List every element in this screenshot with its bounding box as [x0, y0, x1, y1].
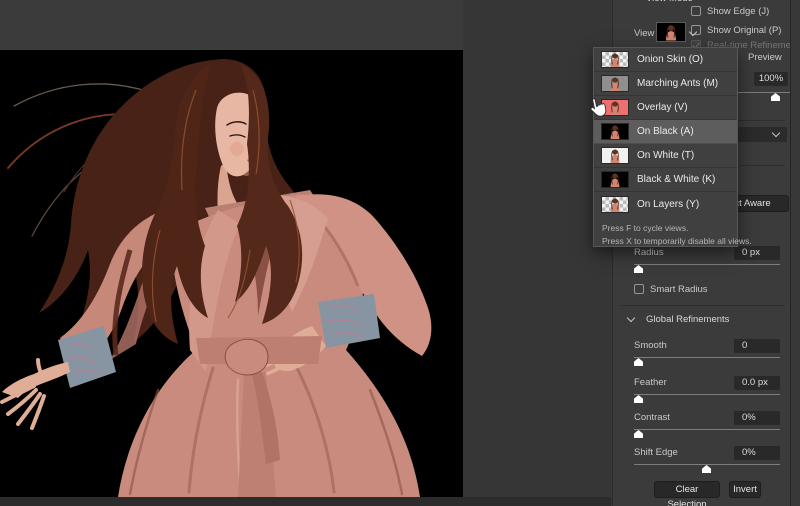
show-edge-checkbox[interactable] [691, 6, 701, 16]
panel-scrollbar[interactable] [790, 0, 800, 506]
show-original-label: Show Original (P) [707, 25, 781, 36]
global-refinements-chevron-down-icon[interactable] [627, 314, 635, 322]
clear-selection-button[interactable]: Clear Selection [654, 481, 720, 498]
feather-label: Feather [634, 377, 667, 388]
hand-pointer-cursor [587, 97, 607, 119]
view-option-on-white[interactable]: On White (T) [594, 144, 737, 168]
model-photo-on-black [0, 50, 463, 497]
shift-edge-slider[interactable] [634, 462, 780, 474]
view-option-overlay[interactable]: Overlay (V) [594, 96, 737, 120]
view-option-onion-skin[interactable]: Onion Skin (O) [594, 48, 737, 72]
transparency-value-field[interactable]: 100% [754, 72, 788, 86]
document-canvas[interactable] [0, 50, 463, 497]
smooth-value-field[interactable]: 0 [734, 339, 780, 353]
on-white-thumbnail-icon [601, 147, 629, 164]
global-refinements-title: Global Refinements [646, 314, 729, 325]
feather-value-field[interactable]: 0.0 px [734, 376, 780, 390]
on-layers-thumbnail-icon [601, 196, 629, 213]
contrast-label: Contrast [634, 412, 670, 423]
smart-radius-label: Smart Radius [650, 284, 708, 295]
shift-edge-value-field[interactable]: 0% [734, 446, 780, 460]
smooth-label: Smooth [634, 340, 667, 351]
contrast-value-field[interactable]: 0% [734, 411, 780, 425]
marching-ants-thumbnail-icon [601, 75, 629, 92]
view-option-black-and-white[interactable]: Black & White (K) [594, 168, 737, 192]
feather-slider[interactable] [634, 392, 780, 404]
view-option-marching-ants[interactable]: Marching Ants (M) [594, 72, 737, 96]
view-option-on-layers[interactable]: On Layers (Y) [594, 192, 737, 216]
smart-radius-checkbox[interactable] [634, 284, 644, 294]
view-mode-section-title: View Mode [646, 0, 693, 4]
radius-label: Radius [634, 247, 664, 258]
on-black-preview-icon [657, 23, 685, 41]
contrast-slider[interactable] [634, 427, 780, 439]
show-edge-label: Show Edge (J) [707, 6, 769, 17]
disable-views-hint: Press X to temporarily disable all views… [602, 236, 752, 246]
workspace-top-band [0, 0, 463, 50]
black-and-white-thumbnail-icon [601, 171, 629, 188]
canvas-bottom-strip [0, 497, 611, 506]
view-mode-thumbnail-button[interactable] [656, 22, 686, 42]
smooth-slider[interactable] [634, 355, 780, 367]
on-black-thumbnail-icon [601, 123, 629, 140]
cycle-views-hint: Press F to cycle views. [602, 223, 688, 233]
view-option-on-black[interactable]: On Black (A) [594, 120, 737, 144]
shift-edge-label: Shift Edge [634, 447, 678, 458]
view-mode-dropdown: Onion Skin (O) Marching Ants (M) Overlay… [593, 47, 738, 247]
invert-button[interactable]: Invert [729, 481, 761, 498]
select-and-mask-workspace: View Mode Show Edge (J) Show Original (P… [0, 0, 800, 506]
view-label: View [634, 28, 654, 39]
belt-knot [225, 339, 268, 375]
radius-slider[interactable] [634, 262, 780, 274]
preview-label: Preview [748, 52, 782, 63]
preset-select-chevron-down-icon [772, 129, 780, 137]
radius-value-field[interactable]: 0 px [734, 246, 780, 260]
onion-skin-thumbnail-icon [601, 51, 629, 68]
